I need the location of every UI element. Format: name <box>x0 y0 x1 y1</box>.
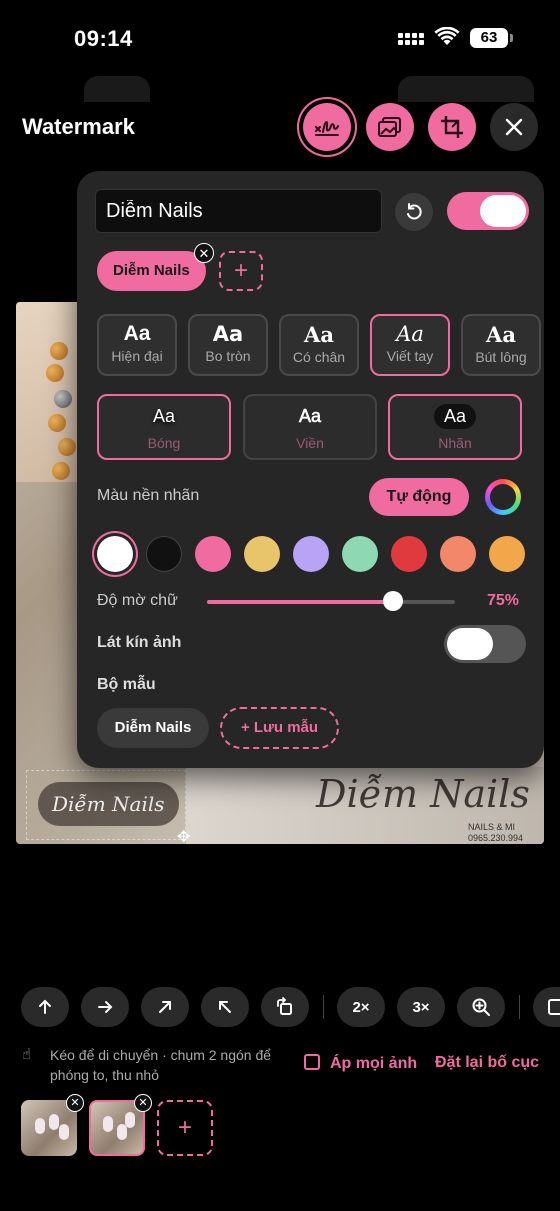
watermark-enabled-toggle[interactable] <box>447 192 529 230</box>
crop-icon <box>441 116 463 138</box>
move-handle-icon[interactable]: ✥ <box>177 827 190 844</box>
watermark-text-input[interactable] <box>95 189 382 233</box>
status-bar: 09:14 63 <box>0 0 560 76</box>
close-button[interactable] <box>490 103 538 151</box>
tile-toggle[interactable] <box>444 625 526 663</box>
swatch-lavender[interactable] <box>293 536 329 572</box>
opacity-value: 75% <box>487 592 520 609</box>
toolbar-divider <box>519 995 520 1019</box>
add-photo-button[interactable]: + <box>157 1100 213 1156</box>
font-option-selected[interactable]: Aa Viết tay <box>370 314 450 376</box>
text-watermark-button[interactable] <box>303 103 351 151</box>
clock: 09:14 <box>74 26 133 51</box>
style-option-label[interactable]: Aa Nhãn <box>388 394 522 460</box>
reset-layout-button[interactable]: Đặt lại bố cục <box>435 1054 539 1072</box>
backdrop-shape <box>398 76 534 102</box>
photo-logo-subtext: NAILS & MI 0965.230.994 <box>468 822 524 843</box>
photo-logo-script: Diễm Nails <box>316 772 530 816</box>
font-selector: Aa Hiện đại Aa Bo tròn Aa Có chân Aa Viế… <box>97 314 544 378</box>
page-title: Watermark <box>22 114 135 139</box>
color-swatches <box>97 536 544 576</box>
opacity-slider[interactable] <box>207 591 455 611</box>
crop-button[interactable] <box>428 103 476 151</box>
images-icon <box>378 117 401 137</box>
toolbar-divider <box>323 995 324 1019</box>
auto-color-button[interactable]: Tự động <box>369 478 469 516</box>
add-preset-button[interactable]: + <box>219 251 263 291</box>
signature-icon <box>315 121 339 136</box>
reset-text-button[interactable] <box>395 193 433 231</box>
cellular-signal-icon <box>398 30 426 46</box>
tile-label: Lát kín ảnh <box>97 634 182 651</box>
arrow-up-icon <box>39 999 51 1014</box>
font-option[interactable]: Aa Hiện đại <box>97 314 177 376</box>
backdrop-shape <box>84 76 150 102</box>
watermark-settings-panel: Diễm Nails ✕ + Aa Hiện đại Aa Bo tròn Aa… <box>77 171 544 768</box>
move-top-left-button[interactable] <box>201 987 249 1027</box>
plus-icon: + <box>233 257 248 284</box>
swatch-salmon[interactable] <box>440 536 476 572</box>
move-up-button[interactable] <box>21 987 69 1027</box>
zoom-button[interactable] <box>457 987 505 1027</box>
image-watermark-button[interactable] <box>366 103 414 151</box>
arrow-up-right-icon <box>159 1001 171 1013</box>
watermark-preview[interactable]: Diễm Nails <box>38 782 179 826</box>
battery-indicator: 63 <box>470 28 513 48</box>
copy-icon <box>304 1054 320 1070</box>
swatch-mint[interactable] <box>342 536 378 572</box>
font-option[interactable]: Aa Bút lông <box>461 314 541 376</box>
swatch-pink[interactable] <box>195 536 231 572</box>
text-preset-chip[interactable]: Diễm Nails <box>97 251 206 291</box>
zoom-2x-button[interactable]: 2× <box>337 987 385 1027</box>
color-wheel-icon[interactable] <box>485 479 521 515</box>
rotate-icon <box>277 997 292 1015</box>
remove-photo-icon[interactable]: ✕ <box>134 1094 152 1112</box>
swatch-yellow[interactable] <box>244 536 280 572</box>
style-option-shadow[interactable]: Aa Bóng <box>97 394 231 460</box>
close-icon <box>505 118 523 136</box>
more-tool-button[interactable] <box>533 987 560 1027</box>
move-right-button[interactable] <box>81 987 129 1027</box>
style-option-outline[interactable]: Aa Viền <box>243 394 377 460</box>
save-template-button[interactable]: + Lưu mẫu <box>220 707 339 749</box>
swatch-black[interactable] <box>146 536 182 572</box>
slider-fill <box>207 600 393 604</box>
hand-pointer-icon: ☝ <box>22 1046 32 1063</box>
swatch-orange[interactable] <box>489 536 525 572</box>
gesture-hint: ☝ Kéo để di chuyển · chụm 2 ngón để phón… <box>22 1046 272 1083</box>
slider-thumb[interactable] <box>383 591 403 611</box>
opacity-label: Độ mờ chữ <box>97 592 178 609</box>
plus-icon: + <box>177 1114 192 1141</box>
wifi-icon <box>434 27 460 45</box>
swatch-red[interactable] <box>391 536 427 572</box>
template-chip[interactable]: Diễm Nails <box>97 708 209 748</box>
rotate-button[interactable] <box>261 987 309 1027</box>
font-option[interactable]: Aa Bo tròn <box>188 314 268 376</box>
image-icon <box>548 999 560 1015</box>
zoom-in-icon <box>472 998 490 1016</box>
templates-heading: Bộ mẫu <box>97 676 156 693</box>
rotate-ccw-icon <box>407 203 422 220</box>
zoom-3x-button[interactable]: 3× <box>397 987 445 1027</box>
move-top-right-button[interactable] <box>141 987 189 1027</box>
arrow-up-left-icon <box>219 1001 231 1013</box>
swatch-white[interactable] <box>97 536 133 572</box>
remove-preset-icon[interactable]: ✕ <box>194 243 214 263</box>
arrow-right-icon <box>98 1001 113 1013</box>
label-bg-color-heading: Màu nền nhãn <box>97 487 200 504</box>
font-option[interactable]: Aa Có chân <box>279 314 359 376</box>
apply-all-button[interactable]: Áp mọi ảnh <box>304 1054 417 1073</box>
remove-photo-icon[interactable]: ✕ <box>66 1094 84 1112</box>
